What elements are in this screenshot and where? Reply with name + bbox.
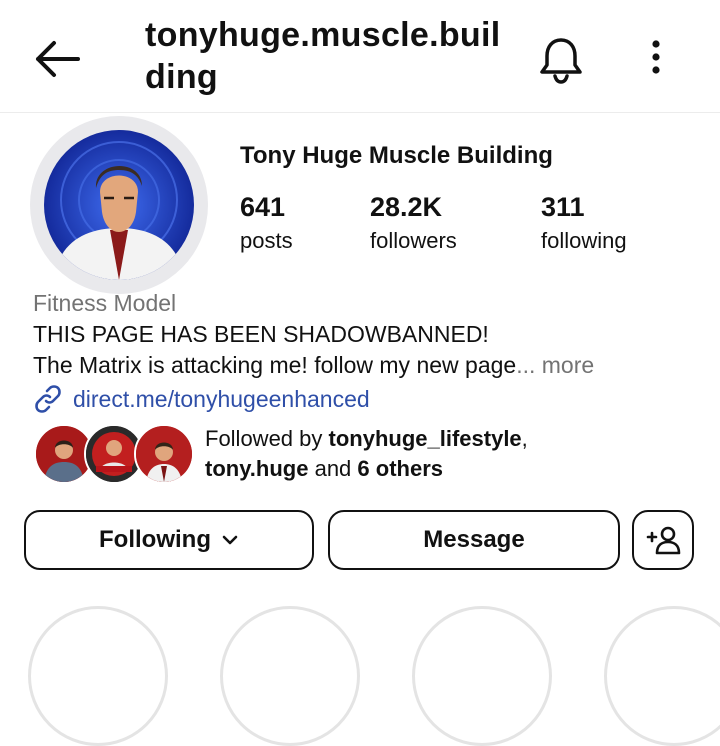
story-highlight-3[interactable]: [412, 606, 552, 746]
mutual-user-2: tony.huge: [205, 456, 309, 481]
followers-label: followers: [370, 228, 457, 253]
stat-followers[interactable]: 28.2K followers: [370, 192, 457, 254]
add-person-button[interactable]: [632, 510, 694, 570]
link-icon: [35, 385, 61, 413]
display-name: Tony Huge Muscle Building: [240, 142, 553, 169]
message-button[interactable]: Message: [328, 510, 620, 570]
mutual-avatars[interactable]: [34, 424, 194, 484]
followed-by-prefix: Followed by: [205, 426, 329, 451]
page-title: tonyhuge.muscle.building: [145, 16, 501, 96]
bio-line-1: THIS PAGE HAS BEEN SHADOWBANNED!: [33, 321, 489, 347]
category-label: Fitness Model: [33, 290, 177, 316]
story-highlight-1[interactable]: [28, 606, 168, 746]
following-button-label: Following: [99, 526, 211, 553]
posts-count: 641: [240, 192, 286, 222]
bio-line-2: The Matrix is attacking me! follow my ne…: [33, 352, 594, 379]
mutual-user-1: tonyhuge_lifestyle: [328, 426, 522, 451]
add-person-icon: [646, 526, 681, 555]
bio-line-2-text: The Matrix is attacking me! follow my ne…: [33, 352, 517, 378]
message-button-label: Message: [423, 526, 525, 553]
story-highlight-4[interactable]: [604, 606, 720, 746]
avatar-image: [44, 130, 194, 280]
bio-ellipsis: ...: [516, 352, 536, 378]
following-label: following: [541, 228, 627, 253]
following-count: 311: [541, 192, 585, 222]
posts-label: posts: [240, 228, 293, 253]
more-vertical-icon[interactable]: [640, 36, 672, 82]
mutual-and: and: [308, 456, 358, 481]
bio-link-text: direct.me/tonyhugeenhanced: [73, 385, 370, 412]
back-arrow-icon[interactable]: [30, 36, 82, 82]
bio-more-link[interactable]: more: [542, 352, 594, 378]
mutual-others: 6 others: [357, 456, 443, 481]
profile-avatar[interactable]: [30, 116, 208, 294]
story-highlight-2[interactable]: [220, 606, 360, 746]
bell-icon[interactable]: [536, 34, 586, 84]
followed-by-text[interactable]: Followed by tonyhuge_lifestyle, tony.hug…: [205, 424, 528, 484]
top-bar: tonyhuge.muscle.building: [0, 0, 720, 113]
mutual-avatar-3: [134, 424, 194, 484]
bio-link[interactable]: direct.me/tonyhugeenhanced: [33, 384, 370, 414]
followers-count: 28.2K: [370, 192, 443, 222]
chevron-down-icon: [222, 535, 238, 545]
stat-following[interactable]: 311 following: [541, 192, 627, 254]
stat-posts[interactable]: 641 posts: [240, 192, 293, 254]
mutual-separator: ,: [521, 426, 528, 451]
following-button[interactable]: Following: [24, 510, 314, 570]
